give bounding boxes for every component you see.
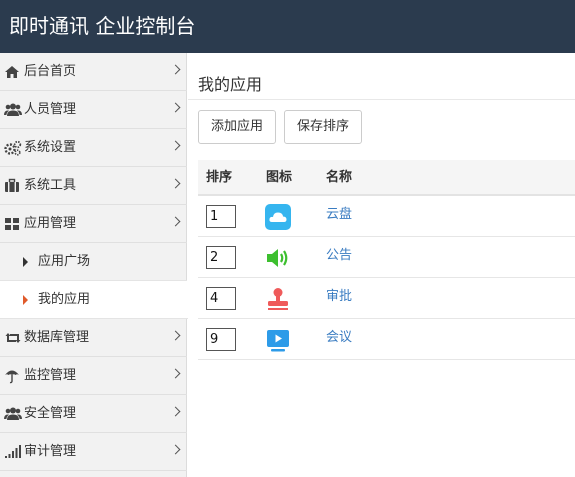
users-icon: [4, 103, 22, 116]
column-header-order: 排序: [206, 170, 233, 185]
play-icon: [267, 330, 289, 352]
sidebar-item-settings[interactable]: 系统设置: [0, 129, 187, 167]
sidebar-item-label: 安全管理: [24, 406, 77, 421]
app-name-link[interactable]: 会议: [326, 319, 352, 357]
app-name-link[interactable]: 公告: [326, 237, 352, 275]
stamp-icon: [268, 288, 288, 310]
main-content: 我的应用 添加应用 保存排序 排序 图标 名称 云盘 公告: [188, 53, 575, 477]
sidebar-item-label: 应用管理: [24, 216, 77, 231]
sidebar-item-users[interactable]: 人员管理: [0, 91, 187, 129]
chevron-right-icon: [170, 406, 181, 417]
top-header: 即时通讯 企业控制台: [0, 0, 575, 53]
app-title: 即时通讯 企业控制台: [9, 14, 196, 38]
sidebar-subitem-app-square[interactable]: 应用广场: [0, 243, 187, 281]
sidebar-item-apps[interactable]: 应用管理: [0, 205, 187, 243]
sidebar-item-label: 系统设置: [24, 140, 77, 155]
sidebar-item-label: 监控管理: [24, 368, 77, 383]
umbrella-icon: [5, 370, 19, 384]
speaker-icon: [267, 249, 288, 267]
cloud-icon: [265, 204, 291, 230]
divider: [188, 99, 575, 100]
users-icon: [4, 407, 22, 420]
sidebar-item-label: 审计管理: [24, 444, 77, 459]
column-header-icon: 图标: [266, 170, 293, 185]
add-app-button[interactable]: 添加应用: [198, 110, 277, 144]
caret-right-icon: [23, 257, 28, 267]
chevron-right-icon: [170, 178, 181, 189]
chevron-right-icon: [170, 140, 181, 151]
sidebar-item-audit[interactable]: 审计管理: [0, 433, 187, 471]
chevron-right-icon: [170, 444, 181, 455]
retweet-icon: [5, 333, 21, 343]
sidebar: 后台首页 人员管理 系统设置 系统工具 应用管理 应用广场 我的应用 数据库管理…: [0, 53, 188, 477]
home-icon: [5, 66, 19, 78]
order-input[interactable]: [206, 328, 236, 351]
chevron-right-icon: [170, 102, 181, 113]
chevron-right-icon: [170, 368, 181, 379]
sidebar-subitem-label: 我的应用: [38, 292, 91, 307]
chevron-right-icon: [170, 330, 181, 341]
sidebar-item-monitor[interactable]: 监控管理: [0, 357, 187, 395]
app-name-link[interactable]: 审批: [326, 278, 352, 316]
table-row: 云盘: [198, 196, 575, 237]
caret-right-icon: [23, 295, 28, 305]
sidebar-item-security[interactable]: 安全管理: [0, 395, 187, 433]
app-name-link[interactable]: 云盘: [326, 196, 352, 234]
table-row: 公告: [198, 237, 575, 278]
chevron-right-icon: [170, 64, 181, 75]
sidebar-item-label: 后台首页: [24, 64, 77, 79]
order-input[interactable]: [206, 205, 236, 228]
chevron-right-icon: [170, 216, 181, 227]
signal-icon: [5, 445, 21, 458]
column-header-name: 名称: [326, 170, 353, 185]
table-header: 排序 图标 名称: [198, 160, 575, 196]
gears-icon: [4, 140, 22, 156]
grid-icon: [5, 218, 19, 230]
sidebar-item-database[interactable]: 数据库管理: [0, 319, 187, 357]
page-title: 我的应用: [198, 75, 263, 94]
sidebar-item-home[interactable]: 后台首页: [0, 53, 187, 91]
save-order-button[interactable]: 保存排序: [284, 110, 363, 144]
briefcase-icon: [5, 178, 19, 192]
sidebar-subitem-label: 应用广场: [38, 254, 91, 269]
sidebar-subitem-my-apps[interactable]: 我的应用: [0, 281, 188, 319]
sidebar-item-label: 人员管理: [24, 102, 77, 117]
order-input[interactable]: [206, 246, 236, 269]
sidebar-item-tools[interactable]: 系统工具: [0, 167, 187, 205]
sidebar-item-label: 数据库管理: [24, 330, 90, 345]
order-input[interactable]: [206, 287, 236, 310]
sidebar-item-label: 系统工具: [24, 178, 77, 193]
table-row: 会议: [198, 319, 575, 360]
table-row: 审批: [198, 278, 575, 319]
